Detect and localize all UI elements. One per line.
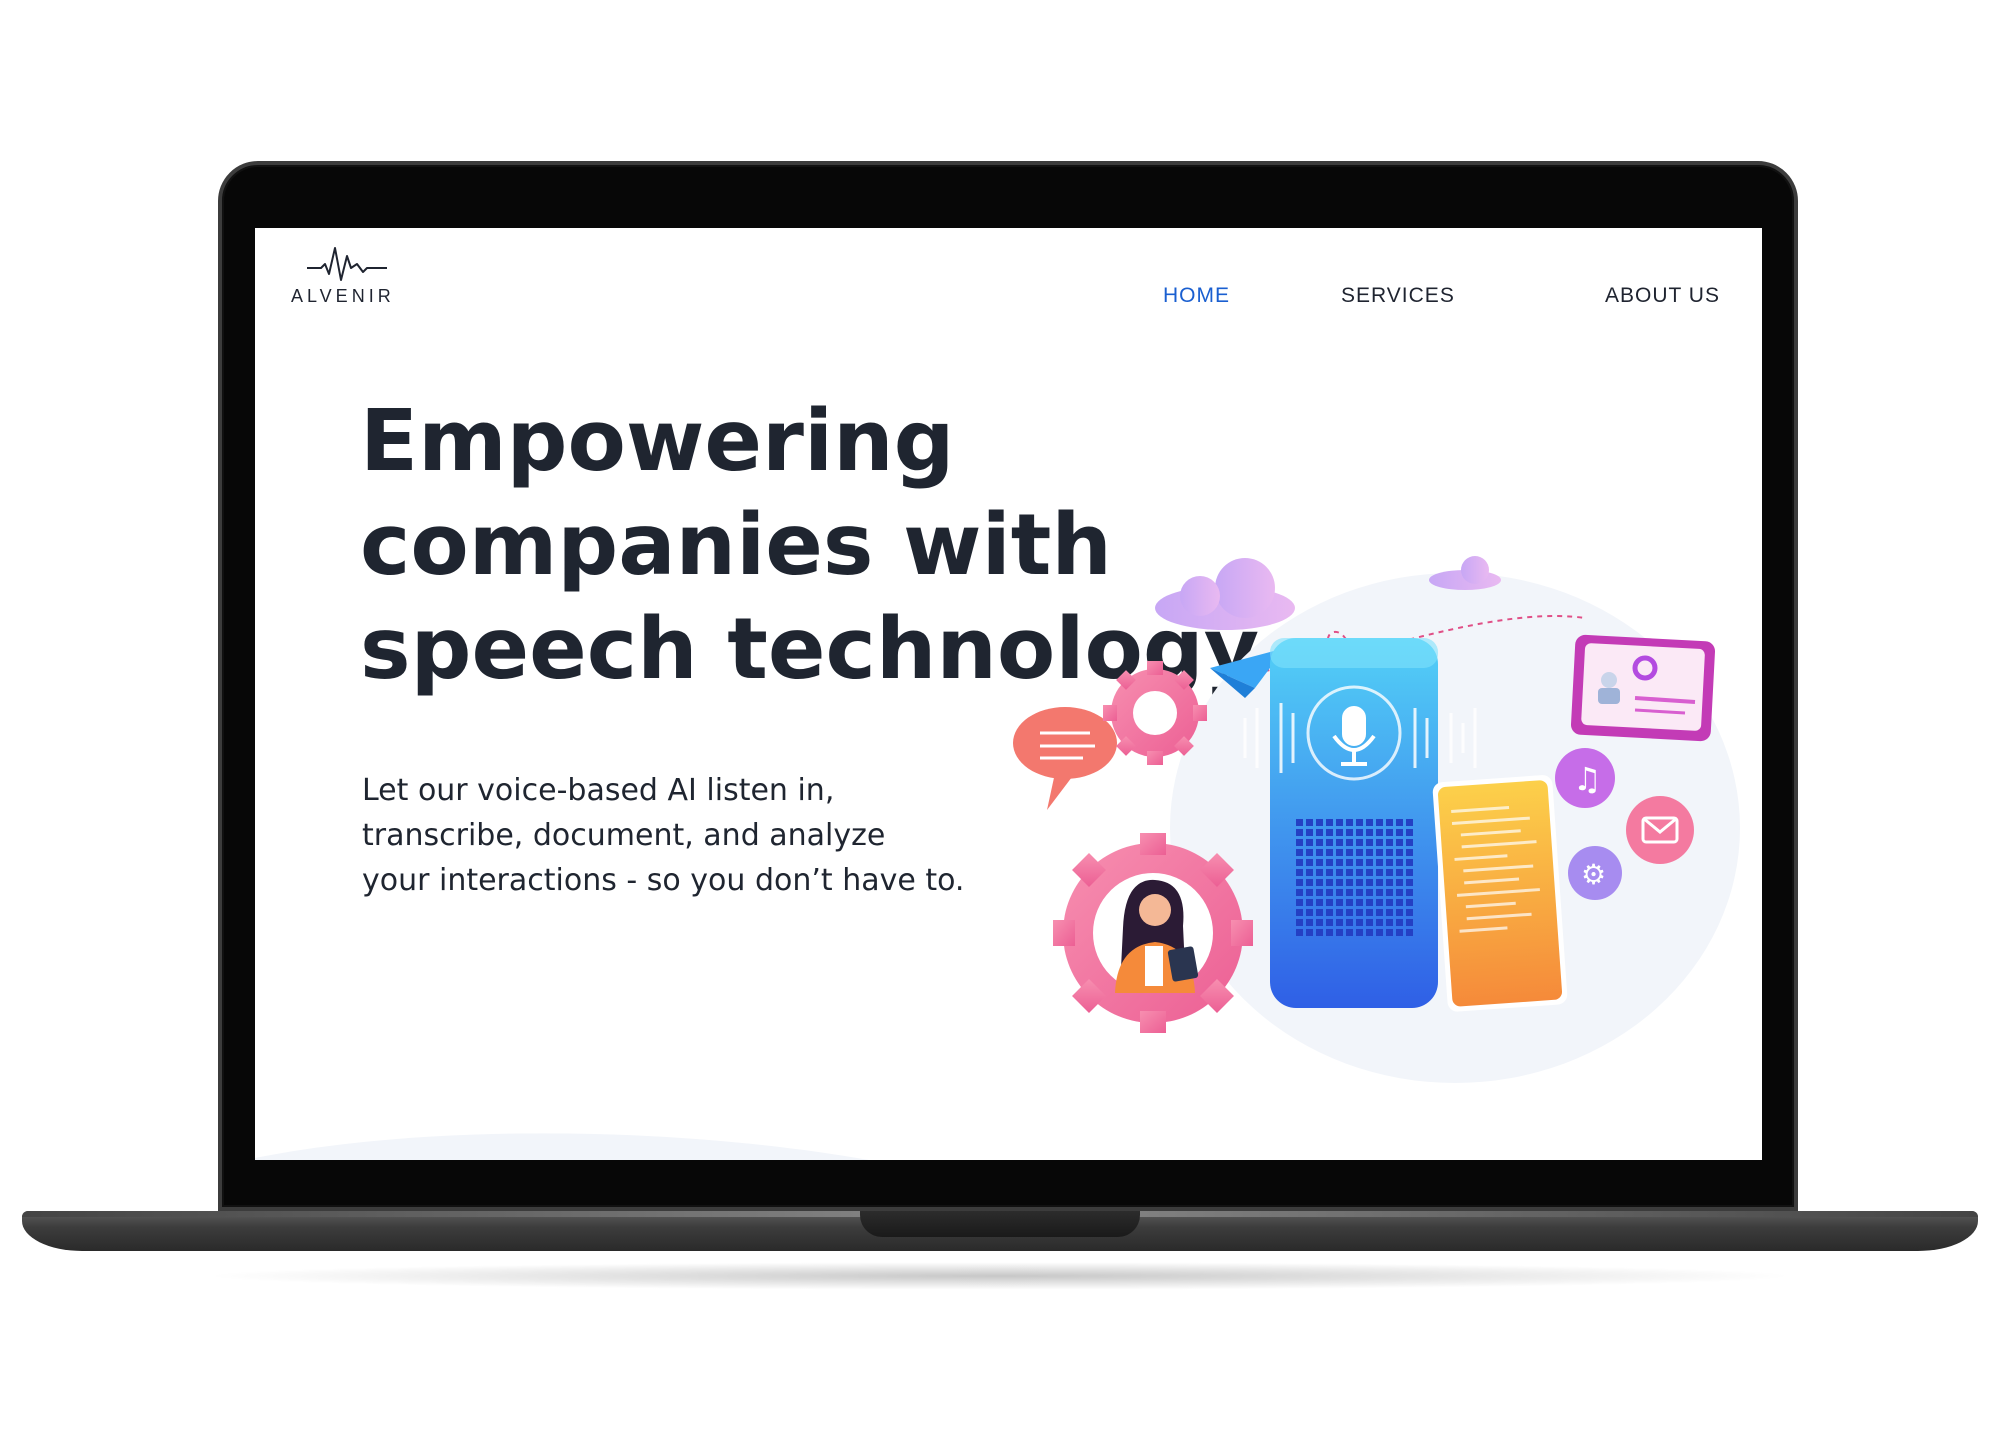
nav-services[interactable]: SERVICES [1341, 284, 1455, 308]
cloud-icon [1155, 558, 1295, 630]
hero-subtitle-line: transcribe, document, and analyze [362, 818, 886, 853]
nav-about-us[interactable]: ABOUT US [1605, 284, 1720, 308]
hero-subtitle-line: your interactions - so you don’t have to… [362, 863, 965, 898]
laptop-screen: ALVENIR HOME SERVICES ABOUT US Empowerin… [255, 228, 1762, 1160]
bottom-wave [255, 1133, 869, 1160]
cloud-icon [1429, 556, 1501, 590]
logo-text: ALVENIR [291, 286, 395, 306]
mail-icon [1626, 796, 1694, 864]
hero-title-line: Empowering [360, 392, 955, 491]
svg-text:♫: ♫ [1573, 760, 1602, 798]
laptop-shadow [200, 1262, 1800, 1290]
site-logo[interactable]: ALVENIR [291, 246, 411, 306]
document-card [1432, 775, 1568, 1012]
chat-bubble-icon [1013, 707, 1117, 810]
svg-text:⚙: ⚙ [1581, 858, 1606, 891]
hero-subtitle-line: Let our voice-based AI listen in, [362, 773, 835, 808]
laptop-notch [860, 1211, 1140, 1237]
hero-subtitle: Let our voice-based AI listen in, transc… [362, 768, 964, 903]
robot-card [1570, 634, 1716, 742]
nav-home[interactable]: HOME [1163, 284, 1230, 308]
hero-illustration: ♫ ⚙ [1013, 556, 1740, 1083]
person-gear [1053, 833, 1253, 1033]
waveform-logo-icon [307, 247, 387, 281]
